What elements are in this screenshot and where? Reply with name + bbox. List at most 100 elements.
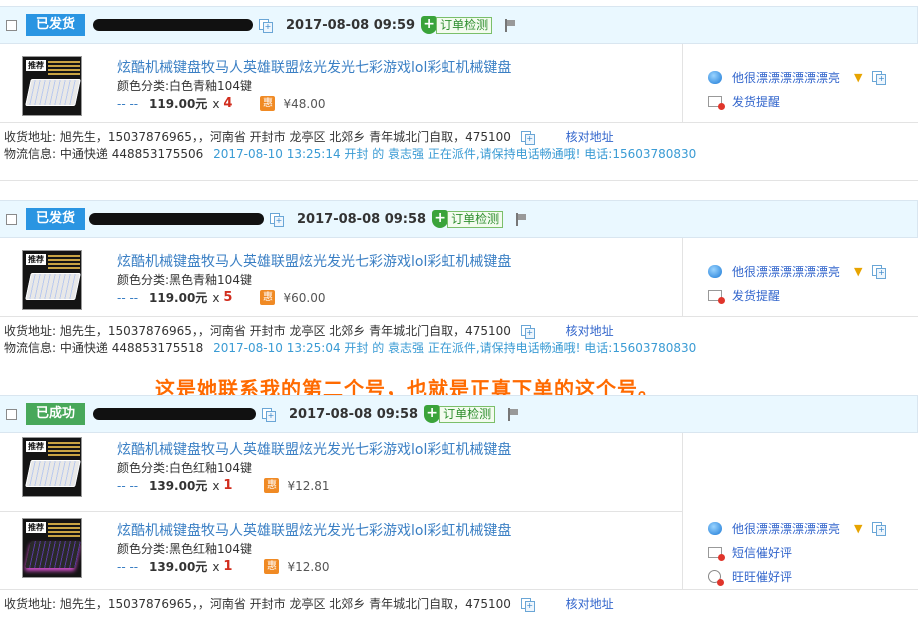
product-variant: 颜色分类:白色青釉104键 bbox=[117, 79, 252, 93]
verify-address-link[interactable]: 核对地址 bbox=[566, 597, 614, 611]
copy-address-icon[interactable] bbox=[520, 131, 535, 145]
filter-icon[interactable]: ▼ bbox=[854, 522, 862, 535]
verify-address-link[interactable]: 核对地址 bbox=[566, 324, 614, 338]
order-items: 推荐 炫酷机械键盘牧马人英雄联盟炫光发光七彩游戏lol彩虹机械键盘 颜色分类:黑… bbox=[0, 238, 918, 317]
carrier-tracking-no: 中通快递 448853175506 bbox=[59, 147, 204, 161]
tracking-status: 2017-08-10 13:25:04 开封 的 袁志强 正在派件,请保持电话畅… bbox=[213, 341, 697, 355]
discount-amount: ¥12.80 bbox=[287, 559, 330, 574]
discount-icon: 惠 bbox=[260, 290, 276, 305]
wangwang-icon bbox=[708, 264, 722, 278]
filter-icon[interactable]: ▼ bbox=[854, 265, 862, 278]
wangwang-review-reminder-label[interactable]: 旺旺催好评 bbox=[732, 568, 792, 585]
discount-icon: 惠 bbox=[264, 559, 280, 574]
order-header: 已成功 2017-08-08 09:58 + 订单检测 bbox=[0, 395, 918, 433]
wangwang-review-reminder-link[interactable]: 旺旺催好评 bbox=[708, 564, 885, 588]
address-label: 收货地址: bbox=[4, 130, 57, 144]
address-text: 旭先生，15037876965，，河南省 开封市 龙亭区 北郊乡 青年城北门自取… bbox=[59, 130, 511, 144]
product-title-link[interactable]: 炫酷机械键盘牧马人英雄联盟炫光发光七彩游戏lol彩虹机械键盘 bbox=[117, 439, 511, 459]
order-item: 推荐 炫酷机械键盘牧马人英雄联盟炫光发光七彩游戏lol彩虹机械键盘 颜色分类:白… bbox=[0, 433, 683, 511]
order-card: 已发货 2017-08-08 09:59 + 订单检测 推荐 炫酷机械键盘牧马人… bbox=[0, 6, 918, 165]
unit-price: 119.00元 bbox=[149, 97, 208, 111]
product-title-link[interactable]: 炫酷机械键盘牧马人英雄联盟炫光发光七彩游戏lol彩虹机械键盘 bbox=[117, 57, 511, 77]
ship-reminder-label[interactable]: 发货提醒 bbox=[732, 287, 780, 304]
price-dash: -- -- bbox=[117, 290, 139, 305]
copy-icon[interactable] bbox=[259, 18, 274, 33]
ship-reminder-link[interactable]: 发货提醒 bbox=[708, 89, 885, 113]
product-title-link[interactable]: 炫酷机械键盘牧马人英雄联盟炫光发光七彩游戏lol彩虹机械键盘 bbox=[117, 520, 511, 540]
order-date: 2017-08-08 09:59 bbox=[286, 17, 416, 33]
buyer-nickname[interactable]: 他很漂漂漂漂漂漂亮 bbox=[732, 263, 840, 280]
ship-reminder-link[interactable]: 发货提醒 bbox=[708, 283, 885, 307]
price-row: -- -- 139.00元 x 1 惠 ¥12.81 bbox=[117, 477, 329, 494]
order-detect-button[interactable]: + 订单检测 bbox=[424, 405, 496, 423]
order-actions: 他很漂漂漂漂漂漂亮 ▼ 短信催好评 旺旺催好评 bbox=[708, 516, 887, 588]
add-note-icon[interactable] bbox=[872, 521, 887, 536]
product-variant: 颜色分类:黑色红釉104键 bbox=[117, 542, 252, 556]
logistics-row: 物流信息: 中通快递 448853175518 2017-08-10 13:25… bbox=[0, 337, 918, 359]
carrier-tracking-no: 中通快递 448853175518 bbox=[59, 341, 204, 355]
product-thumbnail[interactable]: 推荐 bbox=[22, 437, 82, 497]
address-label: 收货地址: bbox=[4, 597, 57, 611]
copy-address-icon[interactable] bbox=[520, 598, 535, 612]
product-thumbnail[interactable]: 推荐 bbox=[22, 250, 82, 310]
order-item: 推荐 炫酷机械键盘牧马人英雄联盟炫光发光七彩游戏lol彩虹机械键盘 颜色分类:黑… bbox=[0, 511, 683, 589]
times-sign: x bbox=[212, 478, 220, 493]
order-item: 推荐 炫酷机械键盘牧马人英雄联盟炫光发光七彩游戏lol彩虹机械键盘 颜色分类:黑… bbox=[0, 238, 683, 316]
wangwang-icon bbox=[708, 70, 722, 84]
quantity: 5 bbox=[223, 290, 233, 305]
wangwang-icon bbox=[708, 521, 722, 535]
buyer-wangwang-link[interactable]: 他很漂漂漂漂漂漂亮 ▼ bbox=[708, 65, 887, 89]
sms-review-reminder-label[interactable]: 短信催好评 bbox=[732, 544, 792, 561]
filter-icon[interactable]: ▼ bbox=[854, 71, 862, 84]
product-variant: 颜色分类:黑色青釉104键 bbox=[117, 273, 252, 287]
order-checkbox[interactable] bbox=[6, 213, 17, 225]
quantity: 4 bbox=[223, 96, 233, 111]
flag-icon[interactable] bbox=[515, 212, 527, 226]
order-card: 已成功 2017-08-08 09:58 + 订单检测 推荐 炫酷机械键盘牧马人… bbox=[0, 395, 918, 615]
order-date: 2017-08-08 09:58 bbox=[297, 211, 427, 227]
address-row: 收货地址: 旭先生，15037876965，，河南省 开封市 龙亭区 北郊乡 青… bbox=[0, 593, 918, 615]
buyer-nickname[interactable]: 他很漂漂漂漂漂漂亮 bbox=[732, 69, 840, 86]
order-item: 推荐 炫酷机械键盘牧马人英雄联盟炫光发光七彩游戏lol彩虹机械键盘 颜色分类:白… bbox=[0, 44, 683, 122]
logistics-row: 物流信息: 中通快递 448853175506 2017-08-10 13:25… bbox=[0, 143, 918, 165]
logistics-label: 物流信息: bbox=[4, 147, 57, 161]
order-detect-button[interactable]: + 订单检测 bbox=[432, 210, 504, 228]
redacted-buyer-name bbox=[93, 19, 254, 31]
discount-icon: 惠 bbox=[264, 478, 280, 493]
add-note-icon[interactable] bbox=[872, 70, 887, 85]
mail-icon bbox=[708, 546, 725, 561]
address-text: 旭先生，15037876965，，河南省 开封市 龙亭区 北郊乡 青年城北门自取… bbox=[59, 324, 511, 338]
buyer-nickname[interactable]: 他很漂漂漂漂漂漂亮 bbox=[732, 520, 840, 537]
copy-icon[interactable] bbox=[262, 407, 277, 422]
discount-amount: ¥60.00 bbox=[283, 290, 326, 305]
product-title-link[interactable]: 炫酷机械键盘牧马人英雄联盟炫光发光七彩游戏lol彩虹机械键盘 bbox=[117, 251, 511, 271]
order-checkbox[interactable] bbox=[6, 408, 17, 420]
status-badge: 已成功 bbox=[26, 403, 86, 425]
times-sign: x bbox=[212, 559, 220, 574]
order-header: 已发货 2017-08-08 09:59 + 订单检测 bbox=[0, 6, 918, 44]
address-label: 收货地址: bbox=[4, 324, 57, 338]
order-detect-label: 订单检测 bbox=[439, 405, 496, 423]
product-thumbnail[interactable]: 推荐 bbox=[22, 56, 82, 116]
price-row: -- -- 119.00元 x 5 惠 ¥60.00 bbox=[117, 289, 325, 306]
copy-icon[interactable] bbox=[270, 212, 285, 227]
order-card: 已发货 2017-08-08 09:58 + 订单检测 推荐 炫酷机械键盘牧马人… bbox=[0, 200, 918, 359]
order-actions: 他很漂漂漂漂漂漂亮 ▼ 发货提醒 bbox=[708, 65, 887, 113]
flag-icon[interactable] bbox=[504, 18, 516, 32]
order-items: 推荐 炫酷机械键盘牧马人英雄联盟炫光发光七彩游戏lol彩虹机械键盘 颜色分类:白… bbox=[0, 433, 918, 590]
add-note-icon[interactable] bbox=[872, 264, 887, 279]
address-text: 旭先生，15037876965，，河南省 开封市 龙亭区 北郊乡 青年城北门自取… bbox=[59, 597, 511, 611]
verify-address-link[interactable]: 核对地址 bbox=[566, 130, 614, 144]
mail-icon bbox=[708, 289, 725, 304]
buyer-wangwang-link[interactable]: 他很漂漂漂漂漂漂亮 ▼ bbox=[708, 259, 887, 283]
ship-reminder-label[interactable]: 发货提醒 bbox=[732, 93, 780, 110]
order-checkbox[interactable] bbox=[6, 19, 17, 31]
buyer-wangwang-link[interactable]: 他很漂漂漂漂漂漂亮 ▼ bbox=[708, 516, 887, 540]
flag-icon[interactable] bbox=[507, 407, 519, 421]
order-detect-button[interactable]: + 订单检测 bbox=[421, 16, 493, 34]
quantity: 1 bbox=[223, 478, 233, 493]
unit-price: 139.00元 bbox=[149, 560, 208, 574]
product-thumbnail[interactable]: 推荐 bbox=[22, 518, 82, 578]
sms-review-reminder-link[interactable]: 短信催好评 bbox=[708, 540, 885, 564]
copy-address-icon[interactable] bbox=[520, 325, 535, 339]
